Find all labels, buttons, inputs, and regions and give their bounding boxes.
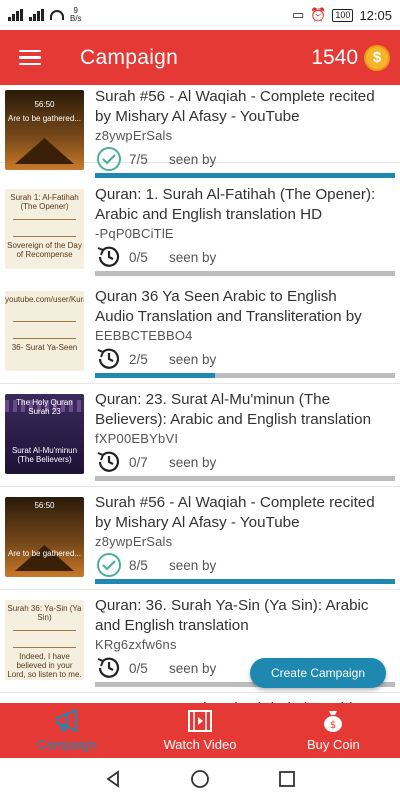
progress-bar (95, 579, 395, 584)
progress-bar (95, 476, 395, 481)
video-title: Quran: 1. Surah Al-Fatihah (The Opener):… (95, 186, 376, 223)
view-count: 0/5 (129, 249, 148, 265)
film-icon (186, 708, 214, 734)
recents-icon[interactable] (278, 770, 296, 788)
nav-buy-coin-label: Buy Coin (306, 737, 360, 752)
pending-clock-icon (95, 243, 123, 271)
thumbnail-subtext: Indeed, I have believed in your Lord, so… (7, 652, 82, 679)
video-id: -PqP0BCiTlE (95, 226, 174, 241)
seen-by-label: seen by (169, 351, 217, 367)
check-circle-icon (95, 145, 123, 173)
video-id: fXP00EBYbVI (95, 431, 179, 446)
video-title: Quran: 36. Surah Ya-Sin (Ya Sin): Arabic… (95, 597, 369, 634)
thumbnail-text: 56:50 (34, 501, 55, 510)
thumbnail-text: Surah 1: Al-Fatihah (The Opener) (10, 193, 79, 211)
view-count: 8/5 (129, 557, 148, 573)
video-title: Quran: 23. Surat Al-Mu'minun (The Believe… (95, 391, 372, 428)
network-speed: 9 B/s (70, 6, 82, 23)
back-icon[interactable] (104, 770, 122, 788)
view-count: 0/7 (129, 454, 148, 470)
video-title: Surah #56 - Al Waqiah - Complete recited… (95, 494, 375, 531)
view-count: 7/5 (129, 151, 148, 167)
thumbnail-subtext: Surat Al-Mu'minun (The Believers) (11, 446, 78, 464)
battery-indicator: 100 (332, 8, 354, 22)
system-navigation (0, 758, 400, 800)
signal-icon-2 (29, 9, 44, 21)
video-id: z8ywpErSals (95, 128, 173, 143)
video-thumbnail[interactable]: youtube.com/user/KuranR 36- Surat Ya-Seen (5, 291, 84, 371)
pending-clock-icon (95, 448, 123, 476)
progress-bar (95, 173, 395, 178)
check-circle-icon (95, 551, 123, 579)
video-title: Quran 36 Ya Seen Arabic to English Audio … (95, 288, 362, 325)
svg-text:$: $ (330, 720, 336, 731)
pending-clock-icon (95, 654, 123, 682)
bottom-navigation: Campaign Watch Video $ Buy Coin (0, 703, 400, 758)
video-thumbnail[interactable]: Surah 36: Ya-Sin (Ya Sin) Indeed, I have … (5, 600, 84, 680)
seen-by-label: seen by (169, 660, 217, 676)
video-id: KRg6zxfw6ns (95, 637, 177, 652)
campaign-item[interactable]: The Holy Quran Surah 23 Surat Al-Mu'minun… (0, 384, 400, 487)
coin-balance[interactable]: 1540 $ (311, 44, 390, 71)
view-status: 7/5 seen by (95, 144, 216, 174)
coin-count: 1540 (311, 45, 358, 69)
money-bag-icon: $ (319, 708, 347, 734)
campaign-list[interactable]: 56:50 Are to be gathered... Surah #56 - Al… (0, 85, 400, 703)
view-status: 0/5 seen by (95, 653, 216, 683)
campaign-item[interactable]: Quran: 34. Surah Saba (Sheba): Arabic (0, 693, 400, 703)
thumbnail-subtext: Sovereign of the Day of Recompense (7, 241, 82, 259)
nav-watch-video[interactable]: Watch Video (133, 703, 266, 758)
thumbnail-subtext: 36- Surat Ya-Seen (11, 343, 78, 352)
home-icon[interactable] (190, 769, 210, 789)
signal-icon (8, 9, 23, 21)
status-bar: 9 B/s ▭ ⏰ 100 12:05 (0, 0, 400, 30)
campaign-item[interactable]: youtube.com/user/KuranR 36- Surat Ya-Seen… (0, 281, 400, 384)
view-count: 2/5 (129, 351, 148, 367)
pending-clock-icon (95, 345, 123, 373)
view-status: 0/5 seen by (95, 242, 216, 272)
page-title: Campaign (80, 45, 179, 69)
video-id: z8ywpErSals (95, 534, 173, 549)
app-bar: Campaign 1540 $ (0, 30, 400, 85)
nav-buy-coin[interactable]: $ Buy Coin (267, 703, 400, 758)
view-status: 0/7 seen by (95, 447, 216, 477)
campaign-item[interactable]: 56:50 Are to be gathered... Surah #56 - Al… (0, 85, 400, 178)
clock: 12:05 (359, 7, 392, 23)
seen-by-label: seen by (169, 249, 217, 265)
video-thumbnail[interactable]: Surah 1: Al-Fatihah (The Opener) Sovereig… (5, 189, 84, 269)
coin-icon: $ (364, 44, 390, 71)
thumbnail-text: 56:50 (34, 100, 55, 109)
hamburger-menu-icon[interactable] (0, 30, 60, 85)
thumbnail-text: The Holy Quran Surah 23 (16, 398, 73, 416)
nav-watch-video-label: Watch Video (163, 737, 237, 752)
video-title: Surah #56 - Al Waqiah - Complete recited… (95, 88, 375, 125)
video-thumbnail[interactable]: The Holy Quran Surah 23 Surat Al-Mu'minun… (5, 394, 84, 474)
video-thumbnail[interactable]: 56:50 Are to be gathered... (5, 497, 84, 577)
view-count: 0/5 (129, 660, 148, 676)
seen-by-label: seen by (169, 151, 217, 167)
view-status: 2/5 seen by (95, 344, 216, 374)
campaign-item[interactable]: Surah 1: Al-Fatihah (The Opener) Sovereig… (0, 179, 400, 282)
nfc-icon: ▭ (291, 7, 305, 22)
nav-campaign-label: Campaign (37, 737, 97, 752)
thumbnail-subtext: Are to be gathered... (8, 114, 81, 123)
video-id: EEBBCTEBBO4 (95, 328, 193, 343)
progress-bar (95, 271, 395, 276)
view-status: 8/5 seen by (95, 550, 216, 580)
alarm-icon: ⏰ (310, 7, 327, 22)
thumbnail-subtext: Are to be gathered... (8, 549, 81, 558)
seen-by-label: seen by (169, 454, 217, 470)
megaphone-icon (53, 708, 81, 734)
progress-bar (95, 373, 395, 378)
nav-campaign[interactable]: Campaign (0, 703, 133, 758)
create-campaign-button[interactable]: Create Campaign (250, 658, 386, 688)
wifi-icon (50, 10, 64, 20)
campaign-item[interactable]: 56:50 Are to be gathered... Surah #56 - Al… (0, 487, 400, 590)
video-thumbnail[interactable]: 56:50 Are to be gathered... (5, 90, 84, 170)
seen-by-label: seen by (169, 557, 217, 573)
thumbnail-text: Surah 36: Ya-Sin (Ya Sin) (7, 604, 82, 622)
thumbnail-text: youtube.com/user/KuranR (5, 295, 84, 304)
